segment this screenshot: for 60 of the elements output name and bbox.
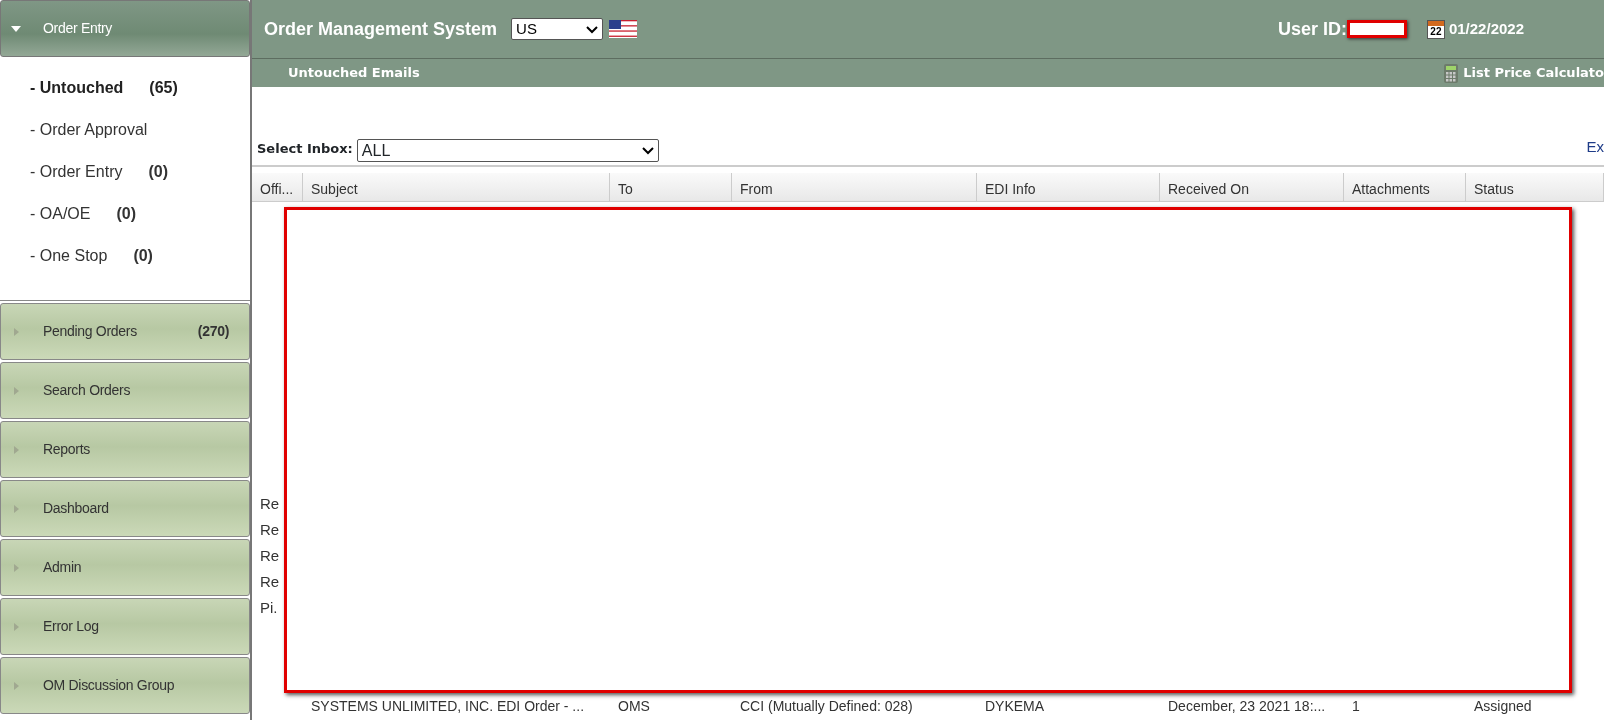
user-id-label: User ID: — [1277, 17, 1347, 41]
sidebar-link[interactable]: - Untouched — [30, 76, 124, 100]
column-header[interactable]: Received On — [1160, 173, 1344, 201]
caret-right-icon — [11, 326, 21, 337]
column-header[interactable]: Status — [1466, 173, 1604, 201]
table-cell-text: Re — [259, 572, 281, 592]
item-count: (0) — [133, 246, 153, 266]
inbox-select[interactable]: ALL — [356, 139, 659, 162]
inbox-label: Select Inbox: — [257, 139, 353, 158]
sidebar-link[interactable]: - Order Approval — [30, 118, 148, 142]
date-text: 01/22/2022 — [1448, 18, 1524, 39]
accordion-header[interactable]: Admin — [0, 539, 250, 596]
table-cell-text: Re — [259, 494, 281, 514]
caret-right-icon — [11, 562, 21, 573]
flag-icon — [609, 20, 638, 38]
accordion-header[interactable]: Error Log — [0, 598, 250, 655]
table-cell-text: CCI (Mutually Defined: 028) — [739, 698, 914, 715]
sidebar-link[interactable]: - Order Entry — [30, 160, 123, 184]
sidebar-link[interactable]: - One Stop — [30, 244, 108, 268]
chevron-icon — [586, 24, 599, 34]
accordion-header[interactable]: OM Discussion Group — [0, 657, 250, 714]
item-count: (65) — [149, 78, 178, 98]
app-title: Order Management System — [264, 17, 498, 41]
caret-down-icon — [11, 23, 21, 34]
column-header[interactable]: EDI Info — [977, 173, 1160, 201]
table-cell-text: Re — [259, 520, 281, 540]
column-header[interactable]: Attachments — [1344, 173, 1466, 201]
export-link[interactable]: Ex — [1586, 135, 1604, 158]
caret-right-icon — [11, 680, 21, 691]
count-label: (270) — [197, 322, 229, 341]
table-cell-text: Re — [259, 546, 281, 566]
item-count: (0) — [148, 162, 169, 182]
page-title: Untouched Emails — [288, 64, 420, 83]
redaction-box — [1346, 20, 1407, 38]
caret-right-icon — [11, 503, 21, 514]
table-cell-text: Pi. — [259, 598, 279, 618]
column-header[interactable]: To — [610, 173, 732, 201]
table-cell-text: 1 — [1351, 698, 1361, 715]
chevron-icon — [641, 146, 654, 155]
accordion-header[interactable]: Pending Orders (270) — [0, 303, 250, 360]
column-header[interactable]: Subject — [303, 173, 610, 201]
table-cell-text: DYKEMA — [984, 698, 1046, 715]
table-cell-text: Assigned — [1473, 698, 1533, 715]
region-select[interactable]: US — [511, 18, 604, 40]
table-cell-text: December, 23 2021 18:... — [1167, 698, 1327, 715]
accordion-header[interactable]: Order Entry — [0, 0, 250, 57]
caret-right-icon — [11, 444, 21, 455]
column-header[interactable]: Offi... — [252, 173, 303, 201]
sidebar-link[interactable]: - OA/OE — [30, 202, 91, 226]
column-header[interactable]: From — [732, 173, 977, 201]
accordion-header[interactable]: Search Orders — [0, 362, 250, 419]
accordion-header[interactable]: Dashboard — [0, 480, 250, 537]
table-cell-text: SYSTEMS UNLIMITED, INC. EDI Order - ... — [310, 698, 586, 715]
caret-right-icon — [11, 385, 21, 396]
calendar-icon: 22 — [1426, 19, 1445, 39]
calculator-icon — [1443, 63, 1460, 83]
accordion-header[interactable]: Reports — [0, 421, 250, 478]
item-count: (0) — [116, 204, 136, 224]
caret-right-icon — [11, 621, 21, 632]
table-cell-text: OMS — [617, 698, 651, 715]
